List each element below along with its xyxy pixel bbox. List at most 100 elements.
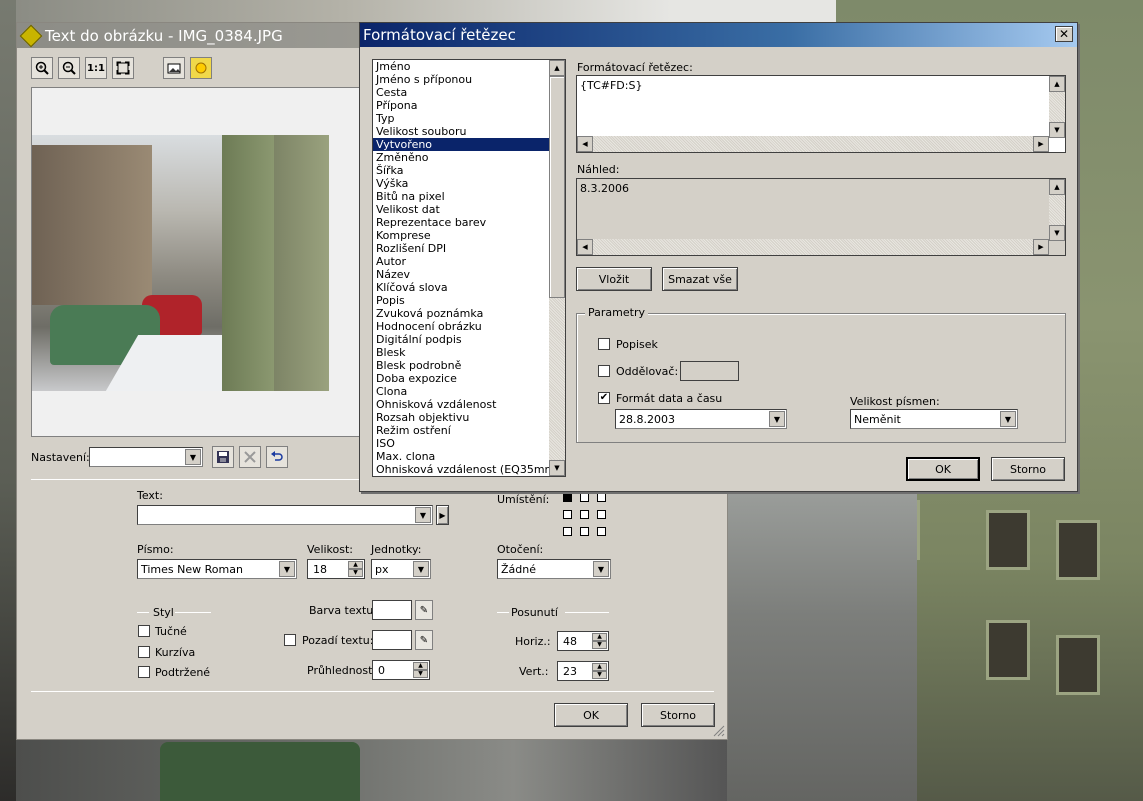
text-color-picker-button[interactable]: ✎: [415, 600, 433, 620]
preview-vscroll[interactable]: ▲ ▼: [1049, 179, 1065, 241]
list-item[interactable]: Jméno s příponou: [373, 73, 565, 86]
vertical-offset-spinner[interactable]: 23 ▲ ▼: [557, 661, 609, 681]
list-item[interactable]: Autor: [373, 255, 565, 268]
list-item[interactable]: Popis: [373, 294, 565, 307]
list-item[interactable]: Doba expozice: [373, 372, 565, 385]
zoom-in-button[interactable]: [31, 57, 53, 79]
resize-grip-icon[interactable]: [713, 725, 725, 737]
list-item[interactable]: Typ: [373, 112, 565, 125]
list-item[interactable]: Ohnisková vzdálenost (EQ35mm): [373, 463, 565, 476]
font-select[interactable]: Times New Roman ▼: [137, 559, 297, 579]
horizontal-offset-spinner[interactable]: 48 ▲ ▼: [557, 631, 609, 651]
list-item[interactable]: Rozsah objektivu: [373, 411, 565, 424]
separator-input[interactable]: [680, 361, 739, 381]
datetime-format-checkbox[interactable]: ✔: [598, 392, 610, 404]
scroll-thumb[interactable]: [549, 76, 565, 298]
list-item[interactable]: Clona: [373, 385, 565, 398]
text-color-swatch[interactable]: [372, 600, 412, 620]
letter-case-select[interactable]: Neměnit ▼: [850, 409, 1018, 429]
font-size-spinner[interactable]: 18 ▲ ▼: [307, 559, 365, 579]
zoom-actual-size-button[interactable]: 1:1: [85, 57, 107, 79]
placement-center[interactable]: [580, 510, 589, 519]
placement-top-right[interactable]: [597, 493, 606, 502]
spin-down-icon[interactable]: ▼: [592, 641, 607, 649]
list-item[interactable]: Vytvořeno: [373, 138, 565, 151]
list-item[interactable]: Cesta: [373, 86, 565, 99]
list-item[interactable]: Digitální podpis: [373, 333, 565, 346]
list-item[interactable]: Reprezentace barev: [373, 216, 565, 229]
format-string-input[interactable]: {TC#FD:S} ▲ ▼ ◀ ▶: [576, 75, 1066, 153]
clear-all-button[interactable]: Smazat vše: [662, 267, 738, 291]
list-item[interactable]: Šířka: [373, 164, 565, 177]
image-properties-button[interactable]: [163, 57, 185, 79]
background-color-swatch[interactable]: [372, 630, 412, 650]
list-item[interactable]: Klíčová slova: [373, 281, 565, 294]
zoom-out-button[interactable]: [58, 57, 80, 79]
datetime-format-select[interactable]: 28.8.2003 ▼: [615, 409, 787, 429]
background-text-checkbox[interactable]: [284, 634, 296, 646]
spin-down-icon[interactable]: ▼: [413, 670, 428, 678]
background-color-picker-button[interactable]: ✎: [415, 630, 433, 650]
scroll-up-icon[interactable]: ▲: [1049, 76, 1065, 92]
units-select[interactable]: px ▼: [371, 559, 431, 579]
scroll-right-icon[interactable]: ▶: [1033, 136, 1049, 152]
dialog-ok-button[interactable]: OK: [906, 457, 980, 481]
list-item[interactable]: Výška: [373, 177, 565, 190]
scroll-left-icon[interactable]: ◀: [577, 239, 593, 255]
list-item[interactable]: Přípona: [373, 99, 565, 112]
close-button[interactable]: ✕: [1055, 26, 1073, 42]
preview-hscroll[interactable]: ◀ ▶: [577, 239, 1049, 255]
field-list-scrollbar[interactable]: ▲ ▼: [549, 60, 565, 476]
scroll-left-icon[interactable]: ◀: [577, 136, 593, 152]
format-hscroll[interactable]: ◀ ▶: [577, 136, 1049, 152]
scroll-right-icon[interactable]: ▶: [1033, 239, 1049, 255]
placement-bottom-center[interactable]: [580, 527, 589, 536]
spin-up-icon[interactable]: ▲: [413, 662, 428, 670]
underline-checkbox[interactable]: [138, 666, 150, 678]
spin-up-icon[interactable]: ▲: [592, 663, 607, 671]
list-item[interactable]: Bitů na pixel: [373, 190, 565, 203]
list-item[interactable]: Rozlišení DPI: [373, 242, 565, 255]
list-item[interactable]: Hodnocení obrázku: [373, 320, 565, 333]
color-button[interactable]: [190, 57, 212, 79]
list-item[interactable]: Velikost dat: [373, 203, 565, 216]
list-item[interactable]: Název: [373, 268, 565, 281]
list-item[interactable]: Zvuková poznámka: [373, 307, 565, 320]
scroll-down-icon[interactable]: ▼: [1049, 225, 1065, 241]
text-insert-menu-button[interactable]: ▶: [436, 505, 449, 525]
list-item[interactable]: Jméno: [373, 60, 565, 73]
placement-top-center[interactable]: [580, 493, 589, 502]
scroll-up-icon[interactable]: ▲: [549, 60, 565, 76]
rotation-select[interactable]: Žádné ▼: [497, 559, 611, 579]
format-vscroll[interactable]: ▲ ▼: [1049, 76, 1065, 138]
list-item[interactable]: Max. clona: [373, 450, 565, 463]
scroll-up-icon[interactable]: ▲: [1049, 179, 1065, 195]
undo-button[interactable]: [266, 446, 288, 468]
delete-settings-button[interactable]: [239, 446, 261, 468]
placement-middle-right[interactable]: [597, 510, 606, 519]
placement-middle-left[interactable]: [563, 510, 572, 519]
placement-bottom-right[interactable]: [597, 527, 606, 536]
opacity-spinner[interactable]: 0 ▲ ▼: [372, 660, 430, 680]
list-item[interactable]: Komprese: [373, 229, 565, 242]
placement-top-left[interactable]: [563, 493, 572, 502]
italic-checkbox[interactable]: [138, 646, 150, 658]
spin-down-icon[interactable]: ▼: [592, 671, 607, 679]
list-item[interactable]: Režim ostření: [373, 424, 565, 437]
caption-checkbox[interactable]: [598, 338, 610, 350]
bold-checkbox[interactable]: [138, 625, 150, 637]
main-cancel-button[interactable]: Storno: [641, 703, 715, 727]
spin-up-icon[interactable]: ▲: [348, 561, 363, 569]
scroll-down-icon[interactable]: ▼: [1049, 122, 1065, 138]
list-item[interactable]: ISO: [373, 437, 565, 450]
insert-button[interactable]: Vložit: [576, 267, 652, 291]
main-ok-button[interactable]: OK: [554, 703, 628, 727]
separator-checkbox[interactable]: [598, 365, 610, 377]
list-item[interactable]: Ohnisková vzdálenost: [373, 398, 565, 411]
list-item[interactable]: Změněno: [373, 151, 565, 164]
placement-bottom-left[interactable]: [563, 527, 572, 536]
field-list[interactable]: Jméno Jméno s příponou Cesta Přípona Typ Veli…: [372, 59, 566, 477]
spin-up-icon[interactable]: ▲: [592, 633, 607, 641]
dialog-cancel-button[interactable]: Storno: [991, 457, 1065, 481]
save-settings-button[interactable]: [212, 446, 234, 468]
